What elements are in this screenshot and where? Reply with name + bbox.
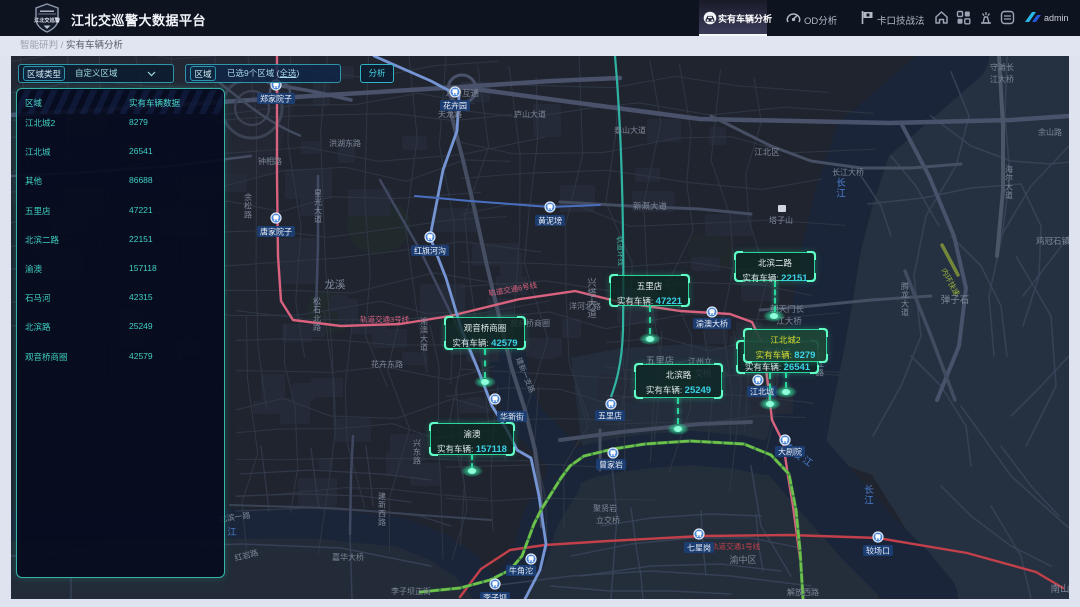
svg-text:洪湖东路: 洪湖东路 (329, 138, 361, 148)
svg-text:龙: 龙 (901, 290, 909, 300)
svg-text:花卉园: 花卉园 (443, 101, 467, 111)
svg-text:江: 江 (864, 495, 874, 506)
svg-text:立交桥: 立交桥 (596, 515, 620, 525)
svg-text:东: 东 (413, 447, 421, 457)
svg-text:庐山大道: 庐山大道 (514, 109, 546, 119)
svg-text:新溉大道: 新溉大道 (633, 201, 668, 211)
svg-text:华新街: 华新街 (500, 412, 524, 422)
svg-text:道: 道 (1005, 190, 1013, 200)
svg-text:轨道交通1号线: 轨道交通1号线 (711, 541, 761, 551)
svg-text:道: 道 (420, 342, 428, 352)
svg-text:新: 新 (378, 500, 386, 510)
svg-text:唐家院子: 唐家院子 (260, 227, 292, 237)
svg-text:大: 大 (1005, 181, 1013, 191)
svg-text:郑家院子: 郑家院子 (260, 94, 292, 104)
svg-text:渝: 渝 (420, 316, 428, 326)
svg-text:道: 道 (587, 308, 597, 320)
svg-text:鸡冠石镇: 鸡冠石镇 (1036, 236, 1069, 246)
svg-text:钟相路: 钟相路 (258, 156, 282, 166)
svg-text:余山路: 余山路 (1038, 127, 1062, 137)
svg-text:澳: 澳 (420, 325, 428, 335)
svg-text:弹子石: 弹子石 (941, 294, 970, 306)
svg-text:黄泥塝: 黄泥塝 (538, 216, 562, 226)
svg-text:渝澳大桥: 渝澳大桥 (696, 319, 728, 329)
svg-text:江北区: 江北区 (754, 147, 780, 157)
svg-text:五里店: 五里店 (598, 411, 622, 421)
svg-text:大: 大 (420, 333, 428, 343)
svg-text:渝中区: 渝中区 (729, 554, 756, 565)
svg-text:曾家岩: 曾家岩 (599, 460, 623, 470)
svg-text:李子坝: 李子坝 (483, 593, 507, 600)
svg-text:尔: 尔 (1005, 173, 1013, 183)
svg-text:大: 大 (314, 205, 322, 215)
svg-text:长: 长 (836, 177, 846, 189)
svg-text:花卉东路: 花卉东路 (371, 359, 403, 369)
svg-text:江北交巡警: 江北交巡警 (34, 16, 61, 24)
svg-text:大剧院: 大剧院 (778, 447, 802, 457)
svg-text:余: 余 (244, 192, 252, 202)
svg-text:轨道环线: 轨道环线 (615, 236, 627, 267)
svg-text:松: 松 (313, 296, 321, 306)
svg-text:七星岗: 七星岗 (687, 544, 711, 553)
svg-text:长江大桥: 长江大桥 (832, 167, 864, 177)
svg-text:较场口: 较场口 (866, 546, 890, 556)
svg-text:长: 长 (864, 484, 874, 496)
svg-text:解放西路: 解放西路 (787, 587, 819, 597)
svg-text:嘉华大桥: 嘉华大桥 (332, 552, 364, 562)
svg-text:光: 光 (314, 197, 322, 207)
svg-text:守滩长: 守滩长 (990, 62, 1014, 72)
svg-text:聚贤岩: 聚贤岩 (593, 503, 617, 513)
svg-text:道: 道 (901, 307, 909, 317)
svg-text:路: 路 (378, 517, 386, 527)
svg-text:塔子山: 塔子山 (769, 215, 793, 225)
svg-text:海: 海 (1005, 164, 1013, 174)
svg-text:江: 江 (227, 527, 236, 537)
svg-text:路: 路 (313, 322, 321, 332)
svg-text:塔: 塔 (587, 287, 597, 299)
svg-text:红旗河沟: 红旗河沟 (414, 246, 446, 256)
svg-text:路: 路 (244, 209, 252, 219)
svg-text:道: 道 (314, 214, 322, 224)
svg-text:南山: 南山 (1050, 583, 1069, 595)
svg-text:江: 江 (836, 188, 846, 199)
svg-text:建: 建 (378, 491, 386, 501)
svg-text:腾: 腾 (901, 281, 909, 291)
svg-text:龙溪: 龙溪 (325, 278, 346, 291)
svg-text:路: 路 (413, 455, 421, 465)
svg-text:李子坝正街: 李子坝正街 (391, 586, 431, 596)
svg-text:松: 松 (244, 201, 252, 211)
svg-text:大: 大 (587, 298, 597, 310)
svg-text:大: 大 (901, 298, 909, 308)
svg-text:轨道交通3号线: 轨道交通3号线 (360, 314, 410, 324)
svg-text:江大桥: 江大桥 (990, 74, 1014, 84)
svg-text:牛角沱: 牛角沱 (509, 566, 533, 576)
svg-text:泰山大道: 泰山大道 (614, 125, 646, 135)
